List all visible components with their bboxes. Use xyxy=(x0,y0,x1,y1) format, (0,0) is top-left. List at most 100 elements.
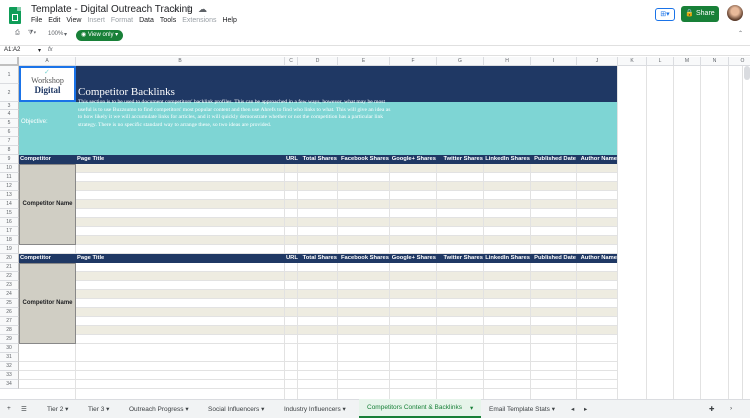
share-button[interactable]: 🔒 Share xyxy=(681,6,719,22)
row-header[interactable]: 11 xyxy=(0,173,19,182)
add-sheet-icon[interactable]: + xyxy=(7,405,11,412)
column-header[interactable]: O xyxy=(729,57,750,66)
row-header[interactable]: 20 xyxy=(0,254,19,263)
table-row[interactable] xyxy=(19,281,617,290)
row-header[interactable]: 28 xyxy=(0,326,19,335)
row-header[interactable]: 27 xyxy=(0,317,19,326)
row-header[interactable]: 18 xyxy=(0,236,19,245)
row-header[interactable]: 30 xyxy=(0,344,19,353)
select-all-corner[interactable] xyxy=(0,57,19,66)
menu-edit[interactable]: Edit xyxy=(48,17,60,24)
row-header[interactable]: 34 xyxy=(0,380,19,389)
menu-view[interactable]: View xyxy=(66,17,81,24)
row-header[interactable]: 19 xyxy=(0,245,19,254)
row-header[interactable]: 29 xyxy=(0,335,19,344)
column-header[interactable]: J xyxy=(577,57,618,66)
table-row[interactable] xyxy=(19,245,617,254)
document-title[interactable]: Template - Digital Outreach Tracking xyxy=(31,4,193,15)
name-box[interactable]: A1:A2 xyxy=(4,47,20,53)
table-row[interactable] xyxy=(19,335,617,344)
row-header[interactable]: 4 xyxy=(0,110,19,119)
table-row[interactable] xyxy=(19,218,617,227)
collapse-icon[interactable]: ⌃ xyxy=(738,30,743,37)
sheets-logo-icon[interactable] xyxy=(9,7,21,24)
menu-data[interactable]: Data xyxy=(139,17,154,24)
side-panel-icon[interactable]: › xyxy=(730,405,732,412)
tab-competitors-content-backlinks[interactable]: Competitors Content & Backlinks ▾ xyxy=(359,399,481,418)
row-header[interactable]: 7 xyxy=(0,137,19,146)
table-row[interactable] xyxy=(19,263,617,272)
column-header[interactable]: M xyxy=(674,57,701,66)
all-sheets-icon[interactable]: ☰ xyxy=(21,405,27,413)
table-row[interactable] xyxy=(19,173,617,182)
scroll-tabs-right-icon[interactable]: ▸ xyxy=(584,405,587,413)
cloud-status-icon[interactable]: ☁ xyxy=(198,4,207,15)
row-header[interactable]: 32 xyxy=(0,362,19,371)
row-header[interactable]: 10 xyxy=(0,164,19,173)
table-row[interactable] xyxy=(19,227,617,236)
tab-email-template-stats[interactable]: Email Template Stats ▾ xyxy=(489,405,555,413)
column-header[interactable]: K xyxy=(618,57,647,66)
scroll-thumb[interactable] xyxy=(744,66,750,80)
table-row[interactable] xyxy=(19,371,617,380)
column-header[interactable]: I xyxy=(531,57,577,66)
row-header[interactable]: 8 xyxy=(0,146,19,155)
menu-file[interactable]: File xyxy=(31,17,42,24)
table-row[interactable] xyxy=(19,317,617,326)
view-only-button[interactable]: ◉ View only ▾ xyxy=(76,30,124,41)
row-header[interactable]: 24 xyxy=(0,290,19,299)
menu-format[interactable]: Format xyxy=(111,17,133,24)
table-row[interactable] xyxy=(19,182,617,191)
tab-tier-3[interactable]: Tier 3 ▾ xyxy=(88,405,109,413)
row-header[interactable]: 15 xyxy=(0,209,19,218)
row-header[interactable]: 16 xyxy=(0,218,19,227)
row-header[interactable]: 22 xyxy=(0,272,19,281)
vertical-scrollbar[interactable] xyxy=(742,66,750,399)
column-header[interactable]: E xyxy=(338,57,390,66)
scroll-tabs-left-icon[interactable]: ◂ xyxy=(571,405,574,413)
chevron-down-icon[interactable]: ▾ xyxy=(38,47,41,54)
menu-help[interactable]: Help xyxy=(222,17,236,24)
column-header[interactable]: L xyxy=(647,57,674,66)
column-header[interactable]: F xyxy=(390,57,437,66)
table-row[interactable] xyxy=(19,353,617,362)
row-header[interactable]: 14 xyxy=(0,200,19,209)
table-row[interactable] xyxy=(19,308,617,317)
tab-outreach-progress[interactable]: Outreach Progress ▾ xyxy=(129,405,189,413)
tab-industry-influencers[interactable]: Industry Influencers ▾ xyxy=(284,405,346,413)
table-row[interactable] xyxy=(19,191,617,200)
row-header[interactable]: 17 xyxy=(0,227,19,236)
menu-tools[interactable]: Tools xyxy=(160,17,176,24)
table-row[interactable] xyxy=(19,209,617,218)
row-header[interactable]: 2 xyxy=(0,84,19,102)
table-row[interactable] xyxy=(19,200,617,209)
row-header[interactable]: 3 xyxy=(0,102,19,110)
menu-extensions[interactable]: Extensions xyxy=(182,17,216,24)
comments-icon[interactable]: ⊞▾ xyxy=(655,8,675,21)
column-header[interactable]: C xyxy=(285,57,298,66)
column-header[interactable]: N xyxy=(701,57,729,66)
table-row[interactable] xyxy=(19,326,617,335)
row-header[interactable]: 26 xyxy=(0,308,19,317)
zoom-select[interactable]: 100% xyxy=(48,31,63,37)
column-header[interactable]: H xyxy=(484,57,531,66)
row-header[interactable]: 5 xyxy=(0,119,19,128)
avatar[interactable] xyxy=(727,5,743,21)
tab-tier-2[interactable]: Tier 2 ▾ xyxy=(47,405,68,413)
row-header[interactable]: 9 xyxy=(0,155,19,164)
column-header[interactable]: A xyxy=(19,57,76,66)
star-icon[interactable]: ☆ xyxy=(172,4,180,15)
column-header[interactable]: D xyxy=(298,57,338,66)
row-header[interactable]: 25 xyxy=(0,299,19,308)
tab-social-influencers[interactable]: Social Influencers ▾ xyxy=(208,405,264,413)
row-header[interactable]: 12 xyxy=(0,182,19,191)
table-row[interactable] xyxy=(19,164,617,173)
menu-insert[interactable]: Insert xyxy=(87,17,105,24)
row-header[interactable]: 1 xyxy=(0,66,19,84)
row-header[interactable]: 6 xyxy=(0,128,19,137)
row-header[interactable]: 21 xyxy=(0,263,19,272)
chevron-down-icon[interactable]: ▾ xyxy=(64,31,67,38)
print-icon[interactable]: ⎙ xyxy=(15,30,20,37)
filter-icon[interactable]: ⧩▾ xyxy=(28,30,36,37)
column-header[interactable]: G xyxy=(437,57,484,66)
